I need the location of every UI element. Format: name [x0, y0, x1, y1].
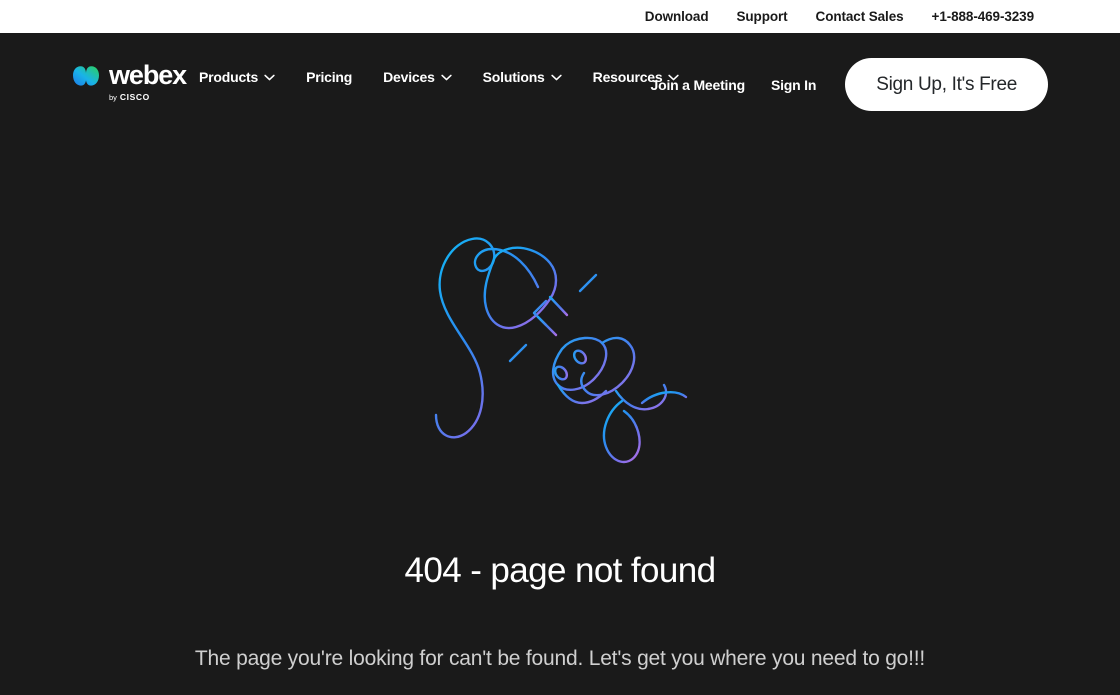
nav-item-products[interactable]: Products: [199, 69, 275, 85]
brand-wordmark: webex: [109, 60, 187, 90]
sign-up-button[interactable]: Sign Up, It's Free: [845, 58, 1048, 111]
page-subtitle: The page you're looking for can't be fou…: [194, 647, 926, 671]
page-title: 404 - page not found: [404, 551, 716, 590]
utility-link-phone[interactable]: +1-888-469-3239: [932, 9, 1035, 24]
brand-byline-cisco: CISCO: [119, 92, 150, 102]
sign-in-link[interactable]: Sign In: [771, 77, 816, 93]
error-content: 404 - page not found The page you're loo…: [0, 127, 1120, 695]
header-actions: Join a Meeting Sign In Sign Up, It's Fre…: [651, 58, 1048, 111]
chevron-down-icon: [550, 74, 562, 80]
main-navigation: Products Pricing Devices Solutions Resou…: [199, 69, 680, 85]
webex-logo-icon: [73, 65, 99, 86]
brand-byline-by: by: [109, 93, 117, 102]
brand-byline: by CISCO: [109, 92, 150, 102]
unplugged-plug-socket-illustration: [434, 237, 688, 464]
nav-label-devices: Devices: [383, 69, 435, 85]
nav-item-pricing[interactable]: Pricing: [306, 69, 352, 85]
utility-link-support[interactable]: Support: [737, 9, 788, 24]
chevron-down-icon: [441, 74, 452, 80]
page-body: webex by CISCO Products Pricing Devices: [0, 33, 1120, 670]
brand-logo[interactable]: webex by CISCO: [72, 60, 187, 102]
join-a-meeting-link[interactable]: Join a Meeting: [651, 77, 746, 93]
utility-link-contact-sales[interactable]: Contact Sales: [816, 9, 904, 24]
utility-link-download[interactable]: Download: [645, 9, 709, 24]
nav-label-solutions: Solutions: [482, 69, 545, 85]
nav-label-products: Products: [199, 69, 259, 85]
chevron-down-icon: [264, 74, 275, 80]
site-header: webex by CISCO Products Pricing Devices: [0, 33, 1120, 127]
utility-bar: Download Support Contact Sales +1-888-46…: [0, 0, 1120, 33]
brand-row: webex: [72, 60, 187, 90]
nav-item-solutions[interactable]: Solutions: [483, 69, 562, 85]
nav-item-devices[interactable]: Devices: [383, 69, 452, 85]
nav-label-pricing: Pricing: [306, 69, 353, 85]
